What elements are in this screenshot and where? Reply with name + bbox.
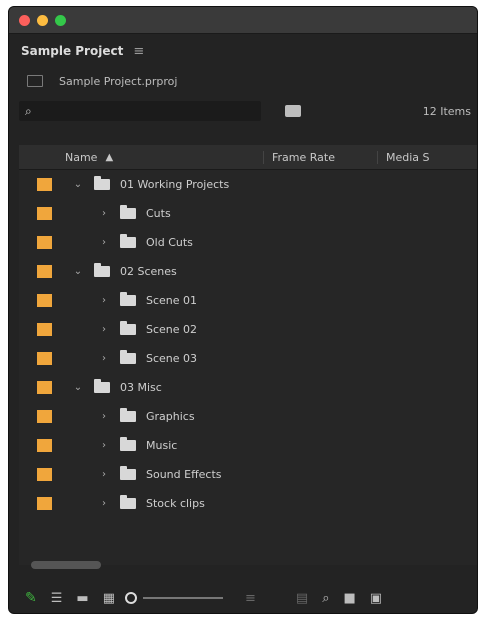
label-color-swatch[interactable] [37, 410, 52, 423]
list-item-label: Scene 01 [146, 294, 198, 307]
list-item-label: Graphics [146, 410, 195, 423]
list-view-icon[interactable]: ☰ [51, 591, 63, 606]
search-icon: ⌕ [25, 103, 32, 118]
label-color-swatch[interactable] [37, 497, 52, 510]
folder-icon [120, 234, 136, 248]
search-row: ⌕ 12 Items [9, 94, 477, 128]
list-item[interactable]: › Music [19, 431, 477, 460]
folder-icon [120, 408, 136, 422]
folder-icon [94, 379, 110, 393]
new-item-icon[interactable]: ▣ [370, 591, 382, 606]
list-item[interactable]: ⌄ 01 Working Projects [19, 170, 477, 199]
folder-icon [120, 466, 136, 480]
label-color-swatch[interactable] [37, 236, 52, 249]
list-item-label: Cuts [146, 207, 171, 220]
label-color-swatch[interactable] [37, 439, 52, 452]
folder-icon [94, 263, 110, 277]
chevron-right-icon[interactable]: › [98, 237, 110, 248]
list-item[interactable]: › Cuts [19, 199, 477, 228]
list-item[interactable]: › Scene 01 [19, 286, 477, 315]
chevron-down-icon[interactable]: ⌄ [72, 266, 84, 277]
list-item[interactable]: › Graphics [19, 402, 477, 431]
folder-icon [120, 495, 136, 509]
list-item[interactable]: › Old Cuts [19, 228, 477, 257]
project-panel-window: Sample Project ≡ Sample Project.prproj ⌕… [8, 6, 478, 614]
sort-icons-icon[interactable]: ≡ [245, 591, 256, 606]
panel-title[interactable]: Sample Project [21, 44, 123, 58]
freeform-view-icon[interactable]: ▦ [103, 591, 115, 606]
list-item-label: Stock clips [146, 497, 205, 510]
label-color-swatch[interactable] [37, 294, 52, 307]
hamburger-icon[interactable]: ≡ [133, 44, 144, 59]
window-titlebar [9, 7, 477, 34]
folder-icon [120, 437, 136, 451]
folder-icon [120, 321, 136, 335]
search-input[interactable]: ⌕ [19, 101, 261, 121]
project-file-name: Sample Project.prproj [59, 74, 178, 88]
horizontal-scrollbar[interactable] [31, 561, 101, 569]
pencil-icon[interactable]: ✎ [25, 590, 37, 606]
list-item-label: Old Cuts [146, 236, 193, 249]
label-color-swatch[interactable] [37, 468, 52, 481]
chevron-right-icon[interactable]: › [98, 295, 110, 306]
new-bin-icon[interactable]: ■ [343, 591, 355, 606]
list-rows: ⌄ 01 Working Projects › Cuts › Old Cuts ⌄ 02 Sc… [19, 170, 477, 518]
sort-ascending-icon: ▲ [105, 151, 114, 163]
list-item[interactable]: › Sound Effects [19, 460, 477, 489]
folder-icon [94, 176, 110, 190]
folder-icon [120, 350, 136, 364]
folder-icon [120, 292, 136, 306]
project-bin-icon [27, 75, 43, 87]
find-icon[interactable]: ⌕ [322, 591, 329, 606]
chevron-right-icon[interactable]: › [98, 411, 110, 422]
chevron-right-icon[interactable]: › [98, 353, 110, 364]
column-header-row: Name ▲ Frame Rate Media S [19, 145, 477, 170]
chevron-right-icon[interactable]: › [98, 208, 110, 219]
column-media-start[interactable]: Media S [377, 150, 477, 164]
label-color-swatch[interactable] [37, 323, 52, 336]
label-color-swatch[interactable] [37, 352, 52, 365]
label-color-swatch[interactable] [37, 178, 52, 191]
minimize-window-button[interactable] [37, 14, 48, 26]
chevron-down-icon[interactable]: ⌄ [72, 179, 84, 190]
label-color-swatch[interactable] [37, 265, 52, 278]
chevron-right-icon[interactable]: › [98, 324, 110, 335]
list-item[interactable]: › Stock clips [19, 489, 477, 518]
chevron-right-icon[interactable]: › [98, 469, 110, 480]
list-item-label: 01 Working Projects [120, 178, 230, 191]
icon-view-icon[interactable]: ▬ [76, 591, 88, 606]
list-item[interactable]: ⌄ 03 Misc [19, 373, 477, 402]
zoom-slider-knob[interactable] [124, 592, 137, 604]
list-item-label: 02 Scenes [120, 265, 177, 278]
list-item-label: Scene 02 [146, 323, 198, 336]
bottom-toolbar: ✎ ☰ ▬ ▦ ≡ ▤ ⌕ ■ ▣ [9, 583, 477, 613]
list-item-label: 03 Misc [120, 381, 162, 394]
chevron-down-icon[interactable]: ⌄ [72, 382, 84, 393]
label-color-swatch[interactable] [37, 381, 52, 394]
label-color-swatch[interactable] [37, 207, 52, 220]
list-item-label: Sound Effects [146, 468, 222, 481]
chevron-right-icon[interactable]: › [98, 440, 110, 451]
zoom-slider-track[interactable] [142, 597, 223, 599]
project-file-row: Sample Project.prproj [9, 68, 477, 94]
items-count: 12 Items [422, 104, 471, 118]
list-item[interactable]: › Scene 02 [19, 315, 477, 344]
list-item[interactable]: ⌄ 02 Scenes [19, 257, 477, 286]
chevron-right-icon[interactable]: › [98, 498, 110, 509]
automate-to-sequence-icon[interactable]: ▤ [296, 591, 308, 606]
close-window-button[interactable] [19, 14, 30, 26]
list-item[interactable]: › Scene 03 [19, 344, 477, 373]
list-item-label: Music [146, 439, 178, 452]
list-item-label: Scene 03 [146, 352, 198, 365]
folder-icon [120, 205, 136, 219]
new-bin-from-search-icon[interactable] [285, 105, 301, 117]
column-name[interactable]: Name ▲ [19, 151, 263, 164]
panel-header: Sample Project ≡ [9, 34, 477, 68]
project-list: Name ▲ Frame Rate Media S ⌄ 01 Working Pr… [19, 145, 477, 565]
column-frame-rate[interactable]: Frame Rate [263, 150, 377, 164]
maximize-window-button[interactable] [55, 14, 66, 26]
